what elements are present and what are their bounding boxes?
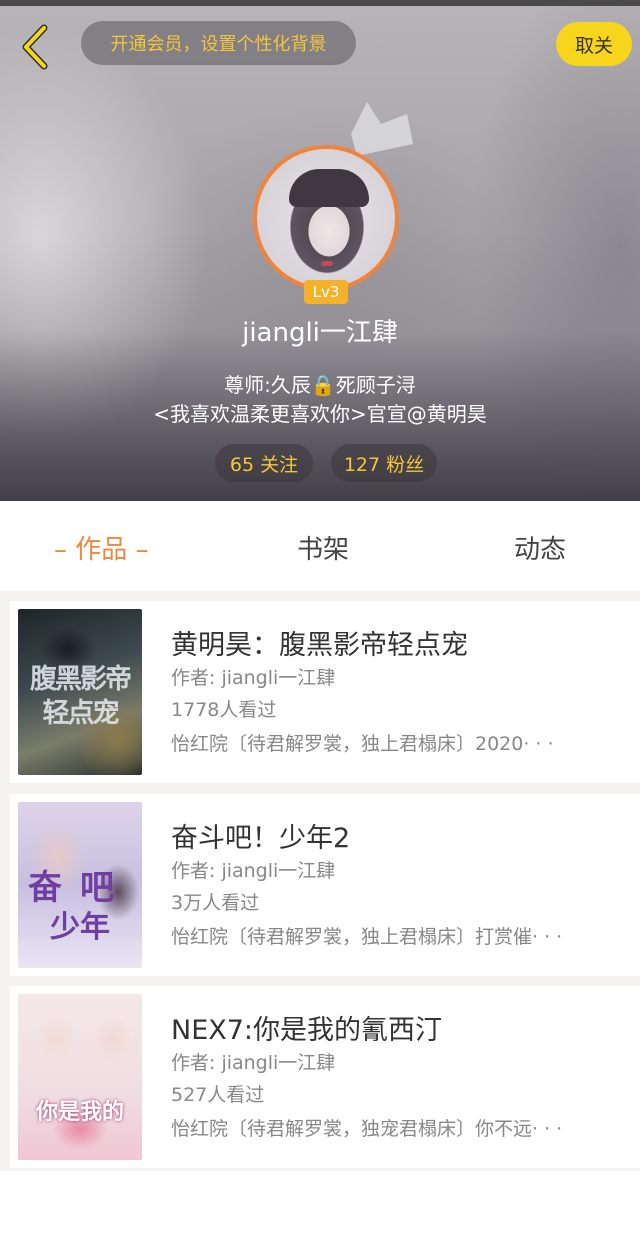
fans-count[interactable]: 127 粉丝	[331, 444, 437, 482]
chevron-left-icon	[22, 24, 48, 70]
work-description: 怡红院〔待君解罗裳，独宠君榻床〕你不远· · ·	[171, 1118, 563, 1140]
avatar-lip	[321, 261, 333, 266]
following-count[interactable]: 65 关注	[215, 444, 313, 482]
book-cover: 你是我的	[18, 994, 142, 1160]
tab-works[interactable]: – 作品 –	[54, 529, 149, 566]
work-card[interactable]: 奋吧 少年 奋斗吧！少年2 作者: jiangli一江肆 3万人看过 怡红院〔待…	[10, 794, 640, 976]
work-description: 怡红院〔待君解罗裳，独上君榻床〕2020· · ·	[171, 733, 554, 755]
tab-feed[interactable]: 动态	[514, 529, 566, 566]
unfollow-button[interactable]: 取关	[556, 22, 632, 66]
profile-tabs: – 作品 – 书架 动态	[0, 501, 640, 591]
bio-line-2: <我喜欢温柔更喜欢你>官宣@黄明昊	[153, 402, 487, 426]
book-cover: 奋吧 少年	[18, 802, 142, 968]
back-button[interactable]	[14, 22, 58, 72]
cover-title-text: 轻点宠	[42, 698, 120, 729]
work-description: 怡红院〔待君解罗裳，独上君榻床〕打赏催· · ·	[171, 926, 563, 948]
avatar[interactable]	[253, 145, 399, 291]
bio-line-1: 尊师:久辰🔒死顾子浔	[224, 373, 416, 397]
work-title: NEX7:你是我的氰西汀	[171, 1015, 443, 1046]
book-cover: 腹黑影帝 轻点宠	[18, 609, 142, 775]
username: jiangli一江肆	[242, 318, 398, 348]
work-author: 作者: jiangli一江肆	[171, 1052, 336, 1074]
tab-bookshelf[interactable]: 书架	[297, 529, 349, 566]
cover-title-text: 少年	[50, 910, 110, 945]
cover-title-text: 你是我的	[35, 1099, 124, 1125]
work-author: 作者: jiangli一江肆	[171, 860, 336, 882]
work-card[interactable]: 腹黑影帝 轻点宠 黄明昊：腹黑影帝轻点宠 作者: jiangli一江肆 1778…	[10, 601, 640, 783]
work-card[interactable]: 你是我的 NEX7:你是我的氰西汀 作者: jiangli一江肆 527人看过 …	[10, 986, 640, 1168]
vip-custom-background-banner[interactable]: 开通会员，设置个性化背景	[81, 21, 356, 65]
level-badge: Lv3	[304, 280, 348, 304]
avatar-hair	[289, 169, 369, 207]
profile-header: 开通会员，设置个性化背景 取关 Lv3 jiangli一江肆 尊师:久辰🔒死顾子…	[0, 6, 640, 501]
work-author: 作者: jiangli一江肆	[171, 667, 336, 689]
work-title: 奋斗吧！少年2	[171, 823, 351, 854]
work-views: 1778人看过	[171, 699, 277, 721]
work-views: 527人看过	[171, 1084, 265, 1106]
work-views: 3万人看过	[171, 892, 260, 914]
work-title: 黄明昊：腹黑影帝轻点宠	[171, 630, 468, 661]
